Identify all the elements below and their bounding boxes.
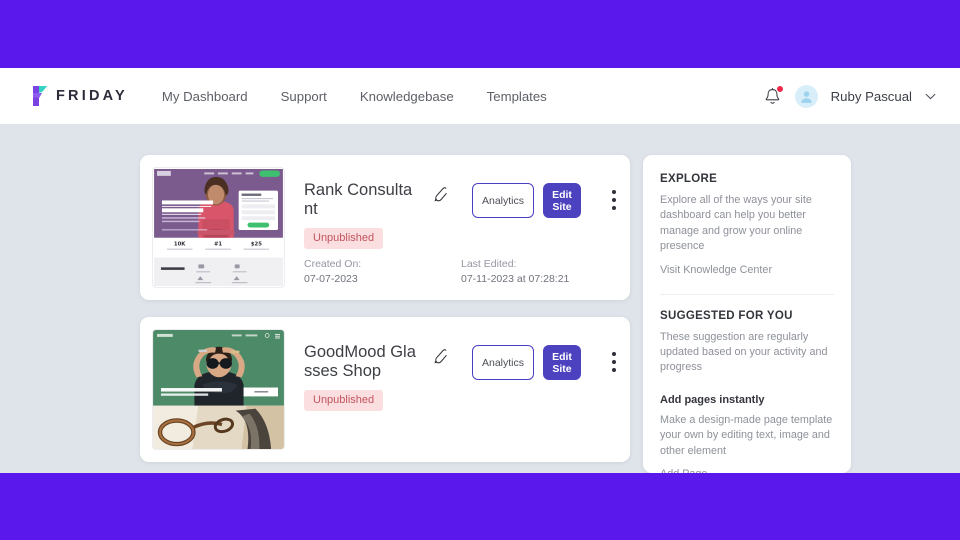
friday-logo-icon	[33, 86, 47, 106]
site-card-actions-row: GoodMood Glasses Shop Analytics Edit Sit…	[304, 343, 622, 381]
last-edited-value: 07-11-2023 at 07:28:21	[461, 273, 570, 285]
logo-text: FRIDAY	[56, 88, 128, 104]
avatar[interactable]	[794, 84, 818, 108]
explore-heading: EXPLORE	[660, 173, 718, 185]
header-right: Ruby Pascual	[763, 84, 936, 108]
notifications-button[interactable]	[763, 84, 784, 107]
site-more-options-button[interactable]	[606, 187, 622, 213]
nav-item-support[interactable]: Support	[281, 89, 327, 104]
svg-text:$25: $25	[251, 242, 262, 248]
nav-item-templates[interactable]: Templates	[487, 89, 547, 104]
analytics-button[interactable]: Analytics	[472, 183, 534, 218]
site-card-meta: Created On: 07-07-2023 Last Edited: 07-1…	[304, 257, 569, 287]
dot	[612, 360, 616, 364]
visit-knowledge-center-link[interactable]: Visit Knowledge Center	[660, 264, 772, 276]
dot	[612, 352, 616, 356]
site-card[interactable]: 10K #1 $25 Rank Consultant Analytics Edi…	[140, 155, 630, 300]
explore-text: Explore all of the ways your site dashbo…	[660, 194, 812, 253]
suggestion-text: Make a design-made page template your ow…	[660, 413, 833, 457]
site-card-actions-row: Rank Consultant Analytics Edit Site	[304, 181, 622, 219]
site-header: FRIDAY My Dashboard Support Knowledgebas…	[0, 68, 960, 124]
site-preview-rank-consultant: 10K #1 $25	[153, 168, 284, 287]
created-on-block: Created On: 07-07-2023	[304, 257, 461, 287]
site-card[interactable]: GoodMood Glasses Shop Analytics Edit Sit…	[140, 317, 630, 462]
page-viewport: FRIDAY My Dashboard Support Knowledgebas…	[0, 68, 960, 473]
edit-site-button[interactable]: Edit Site	[543, 183, 581, 218]
suggested-heading: SUGGESTED FOR YOU	[660, 309, 793, 322]
dot	[612, 368, 616, 372]
browser-chrome-top	[0, 0, 960, 68]
sidebar-divider	[660, 293, 834, 295]
site-preview-goodmood-glasses	[153, 330, 284, 449]
edit-site-button[interactable]: Edit Site	[543, 345, 581, 380]
browser-chrome-bottom	[0, 473, 960, 540]
nav-item-knowledgebase[interactable]: Knowledgebase	[360, 89, 454, 104]
suggestion-item: Add pages instantly Make a design-made p…	[660, 394, 834, 473]
screen: FRIDAY My Dashboard Support Knowledgebas…	[0, 0, 960, 540]
content-area: 10K #1 $25 Rank Consultant Analytics Edi…	[0, 124, 960, 473]
last-edited-label: Last Edited:	[461, 258, 517, 270]
last-edited-block: Last Edited: 07-11-2023 at 07:28:21	[461, 257, 569, 287]
dot	[612, 198, 616, 202]
site-thumbnail[interactable]	[152, 329, 285, 450]
analytics-button[interactable]: Analytics	[472, 345, 534, 380]
suggested-text: These suggestion are regularly updated b…	[660, 330, 828, 374]
site-more-options-button[interactable]	[606, 349, 622, 375]
brand-logo[interactable]: FRIDAY	[30, 85, 128, 107]
suggestion-title: Add pages instantly	[660, 393, 765, 406]
status-badge: Unpublished	[304, 228, 384, 249]
dot	[612, 190, 616, 194]
chevron-down-icon[interactable]	[925, 93, 936, 100]
rename-site-button[interactable]	[431, 185, 450, 204]
svg-text:#1: #1	[214, 242, 222, 248]
created-on-label: Created On:	[304, 258, 362, 270]
info-sidebar: EXPLORE Explore all of the ways your sit…	[643, 155, 851, 473]
pencil-icon	[434, 349, 447, 364]
pencil-icon	[434, 187, 447, 202]
site-card-body: GoodMood Glasses Shop Analytics Edit Sit…	[285, 329, 622, 450]
user-icon	[800, 90, 812, 103]
site-thumbnail[interactable]: 10K #1 $25	[152, 167, 285, 288]
created-on-value: 07-07-2023	[304, 273, 358, 285]
nav-item-my-dashboard[interactable]: My Dashboard	[162, 89, 248, 104]
site-title: GoodMood Glasses Shop	[304, 343, 416, 380]
dot	[612, 206, 616, 210]
site-title: Rank Consultant	[304, 181, 413, 218]
sites-list: 10K #1 $25 Rank Consultant Analytics Edi…	[140, 155, 630, 473]
site-card-body: Rank Consultant Analytics Edit Site Unpu…	[285, 167, 622, 288]
username-label: Ruby Pascual	[830, 88, 912, 104]
svg-text:10K: 10K	[174, 242, 186, 248]
main-nav: My Dashboard Support Knowledgebase Templ…	[162, 89, 547, 104]
status-badge: Unpublished	[304, 390, 384, 411]
notification-badge	[775, 84, 784, 93]
rename-site-button[interactable]	[431, 347, 450, 366]
